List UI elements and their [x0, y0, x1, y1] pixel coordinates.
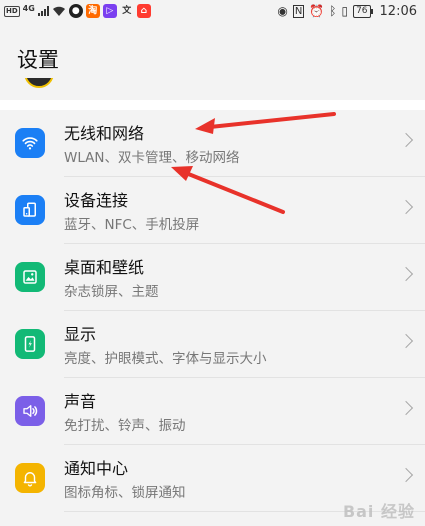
hd-badge: HD: [4, 5, 20, 17]
bluetooth-icon: ᛒ: [329, 4, 337, 18]
item-subtitle: 亮度、护眼模式、字体与显示大小: [64, 351, 267, 367]
video-app-icon: ▷: [102, 4, 117, 18]
item-subtitle: 免打扰、铃声、振动: [64, 418, 186, 434]
battery-icon: 76: [353, 4, 374, 18]
chevron-right-icon: [398, 333, 414, 349]
wallpaper-icon: [15, 262, 45, 292]
settings-item-device-connection[interactable]: 设备连接 蓝牙、NFC、手机投屏: [0, 177, 425, 244]
item-title: 声音: [64, 392, 97, 411]
item-title: 显示: [64, 325, 97, 344]
item-subtitle: 图标角标、锁屏通知: [64, 485, 186, 501]
chevron-right-icon: [398, 199, 414, 215]
item-title: 无线和网络: [64, 124, 145, 143]
status-bar-left: HD 4G ● 淘 ▷ 文 ⌂: [4, 2, 151, 20]
status-bar-right: ◉ N ⏰ ᛒ ▯ 76 12:06: [277, 2, 417, 20]
clock: 12:06: [379, 3, 417, 19]
qq-icon: ●: [68, 4, 83, 18]
alarm-icon: ⏰: [309, 4, 325, 18]
text-app-icon: 文: [119, 4, 134, 18]
item-subtitle: 蓝牙、NFC、手机投屏: [64, 217, 200, 233]
watermark-logo: Bai 经验: [342, 502, 415, 521]
chevron-right-icon: [398, 266, 414, 282]
item-subtitle: 杂志锁屏、主题: [64, 284, 159, 300]
chevron-right-icon: [398, 400, 414, 416]
network-type: 4G: [22, 3, 35, 13]
device-connection-icon: [15, 195, 45, 225]
signal-icon: [37, 6, 49, 16]
nfc-icon: N: [292, 4, 305, 18]
taobao-icon: 淘: [85, 4, 100, 18]
eye-icon: ◉: [277, 4, 288, 18]
settings-item-sound[interactable]: 声音 免打扰、铃声、振动: [0, 378, 425, 445]
chevron-right-icon: [398, 132, 414, 148]
vibrate-icon: ▯: [341, 4, 349, 18]
status-bar: HD 4G ● 淘 ▷ 文 ⌂ ◉ N ⏰ ᛒ ▯ 76 12:06: [0, 0, 425, 24]
bell-icon: [15, 463, 45, 493]
settings-list: 无线和网络 WLAN、双卡管理、移动网络 设备连接 蓝牙、NFC、手机投屏 桌面…: [0, 110, 425, 526]
page-title: 设置: [17, 48, 59, 72]
item-title: 桌面和壁纸: [64, 258, 145, 277]
settings-item-desktop-wallpaper[interactable]: 桌面和壁纸 杂志锁屏、主题: [0, 244, 425, 311]
section-separator: [0, 100, 425, 110]
wifi-icon: [15, 128, 45, 158]
account-avatar[interactable]: [24, 78, 54, 90]
item-subtitle: WLAN、双卡管理、移动网络: [64, 150, 240, 166]
settings-item-display[interactable]: 显示 亮度、护眼模式、字体与显示大小: [0, 311, 425, 378]
display-icon: [15, 329, 45, 359]
sound-icon: [15, 396, 45, 426]
item-title: 设备连接: [64, 191, 129, 210]
settings-item-wireless[interactable]: 无线和网络 WLAN、双卡管理、移动网络: [0, 110, 425, 177]
chevron-right-icon: [398, 467, 414, 483]
item-title: 通知中心: [64, 459, 129, 478]
wifi-status-icon: [52, 6, 65, 16]
home-app-icon: ⌂: [136, 4, 151, 18]
